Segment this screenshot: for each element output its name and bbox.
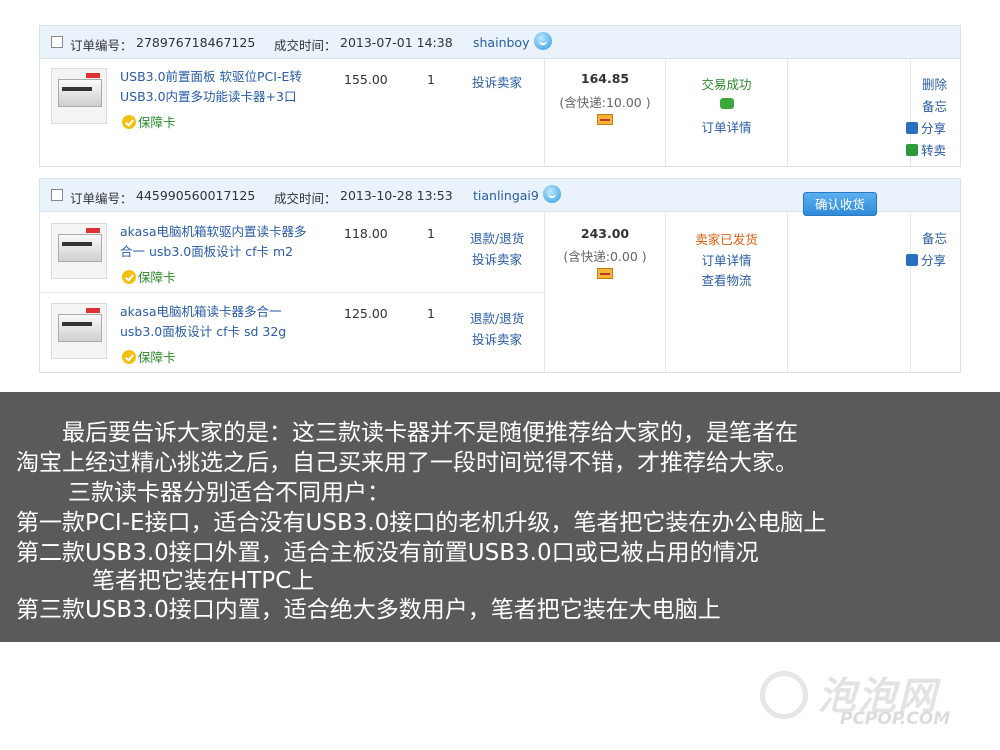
wangwang-chat-icon[interactable]: [543, 185, 561, 203]
deal-time-label: 成交时间：: [274, 191, 337, 206]
order-select-checkbox[interactable]: [51, 36, 63, 48]
deal-time: 2013-07-01 14:38: [340, 35, 453, 50]
payment-card-icon[interactable]: [597, 268, 613, 279]
payment-card-icon[interactable]: [597, 114, 613, 125]
guarantee-badge-icon: [122, 270, 136, 284]
shipping-fee: (含快递:10.00 ): [559, 95, 651, 110]
order-total: 243.00: [580, 226, 630, 241]
unit-price: 125.00: [344, 306, 388, 321]
pcpop-logo-icon: [760, 671, 808, 719]
quantity: 1: [427, 226, 435, 241]
caption-line: 笔者把它装在HTPC上: [92, 568, 315, 594]
product-thumbnail[interactable]: [51, 303, 107, 359]
order-select-checkbox[interactable]: [51, 189, 63, 201]
order-detail-link[interactable]: 订单详情: [666, 117, 787, 136]
caption-line: 第二款USB3.0接口外置，适合主板没有前置USB3.0口或已被占用的情况: [16, 540, 759, 566]
product-thumbnail[interactable]: [51, 68, 107, 124]
caption-line: 最后要告诉大家的是：这三款读卡器并不是随便推荐给大家的，是笔者在: [62, 420, 798, 446]
wangwang-chat-icon[interactable]: [534, 32, 552, 50]
caption-panel: 最后要告诉大家的是：这三款读卡器并不是随便推荐给大家的，是笔者在 淘宝上经过精心…: [0, 392, 1000, 642]
order-card-2: 订单编号： 445990560017125 成交时间： 2013-10-28 1…: [39, 178, 961, 373]
caption-line: 第一款PCI-E接口，适合没有USB3.0接口的老机升级，笔者把它装在办公电脑上: [16, 510, 827, 536]
share-icon: [906, 254, 918, 266]
memo-link[interactable]: 备忘: [922, 96, 947, 115]
shipping-fee: (含快递:0.00 ): [563, 249, 647, 264]
product-title-link[interactable]: akasa电脑机箱软驱内置读卡器多 合一 usb3.0面板设计 cf卡 m2: [120, 222, 307, 262]
share-icon: [906, 122, 918, 134]
seller-name-link[interactable]: tianlingai9: [473, 188, 539, 203]
order-detail-link[interactable]: 订单详情: [666, 250, 787, 269]
share-link[interactable]: 分享: [906, 118, 946, 137]
order-status: 卖家已发货: [695, 232, 758, 247]
unit-price: 155.00: [344, 72, 388, 87]
complain-seller-link[interactable]: 投诉卖家: [472, 72, 522, 91]
quantity: 1: [427, 306, 435, 321]
watermark-en: PCPOP.COM: [840, 709, 951, 729]
order-total: 164.85: [580, 71, 630, 86]
caption-line: 三款读卡器分别适合不同用户：: [68, 480, 390, 506]
divider: [910, 211, 911, 372]
share-link[interactable]: 分享: [906, 250, 946, 269]
product-title-link[interactable]: akasa电脑机箱读卡器多合一 usb3.0面板设计 cf卡 sd 32g: [120, 302, 286, 342]
refund-return-link[interactable]: 退款/退货: [470, 308, 524, 327]
deal-time-label: 成交时间：: [274, 38, 337, 53]
resell-icon: [906, 144, 918, 156]
seller-name-link[interactable]: shainboy: [473, 35, 529, 50]
quantity: 1: [427, 72, 435, 87]
guarantee-badge-icon: [122, 115, 136, 129]
divider: [787, 58, 788, 166]
product-title-link[interactable]: USB3.0前置面板 软驱位PCI-E转 USB3.0内置多功能读卡器+3口: [120, 67, 302, 107]
order-number: 278976718467125: [136, 35, 256, 50]
order-no-label: 订单编号：: [70, 191, 133, 206]
complain-seller-link[interactable]: 投诉卖家: [472, 249, 522, 268]
guarantee-badge[interactable]: 保障卡: [122, 112, 176, 131]
item-divider: [40, 292, 544, 293]
guarantee-badge[interactable]: 保障卡: [122, 347, 176, 366]
unit-price: 118.00: [344, 226, 388, 241]
confirm-receipt-button[interactable]: 确认收货: [803, 192, 877, 216]
divider: [787, 211, 788, 372]
resell-link[interactable]: 转卖: [906, 140, 946, 159]
chat-bubble-icon[interactable]: [720, 98, 734, 109]
caption-line: 淘宝上经过精心挑选之后，自己买来用了一段时间觉得不错，才推荐给大家。: [16, 450, 798, 476]
guarantee-badge-icon: [122, 350, 136, 364]
caption-line: 第三款USB3.0接口内置，适合绝大多数用户，笔者把它装在大电脑上: [16, 597, 721, 623]
guarantee-badge[interactable]: 保障卡: [122, 267, 176, 286]
delete-order-link[interactable]: 删除: [922, 74, 947, 93]
order-header: 订单编号： 278976718467125 成交时间： 2013-07-01 1…: [40, 26, 960, 59]
order-status: 交易成功: [701, 77, 752, 92]
pcpop-watermark: 泡泡网 PCPOP.COM: [760, 665, 980, 735]
refund-return-link[interactable]: 退款/退货: [470, 228, 524, 247]
product-thumbnail[interactable]: [51, 223, 107, 279]
complain-seller-link[interactable]: 投诉卖家: [472, 329, 522, 348]
order-card-1: 订单编号： 278976718467125 成交时间： 2013-07-01 1…: [39, 25, 961, 167]
order-no-label: 订单编号：: [70, 38, 133, 53]
deal-time: 2013-10-28 13:53: [340, 188, 453, 203]
memo-link[interactable]: 备忘: [922, 228, 947, 247]
track-logistics-link[interactable]: 查看物流: [666, 270, 787, 289]
order-number: 445990560017125: [136, 188, 256, 203]
